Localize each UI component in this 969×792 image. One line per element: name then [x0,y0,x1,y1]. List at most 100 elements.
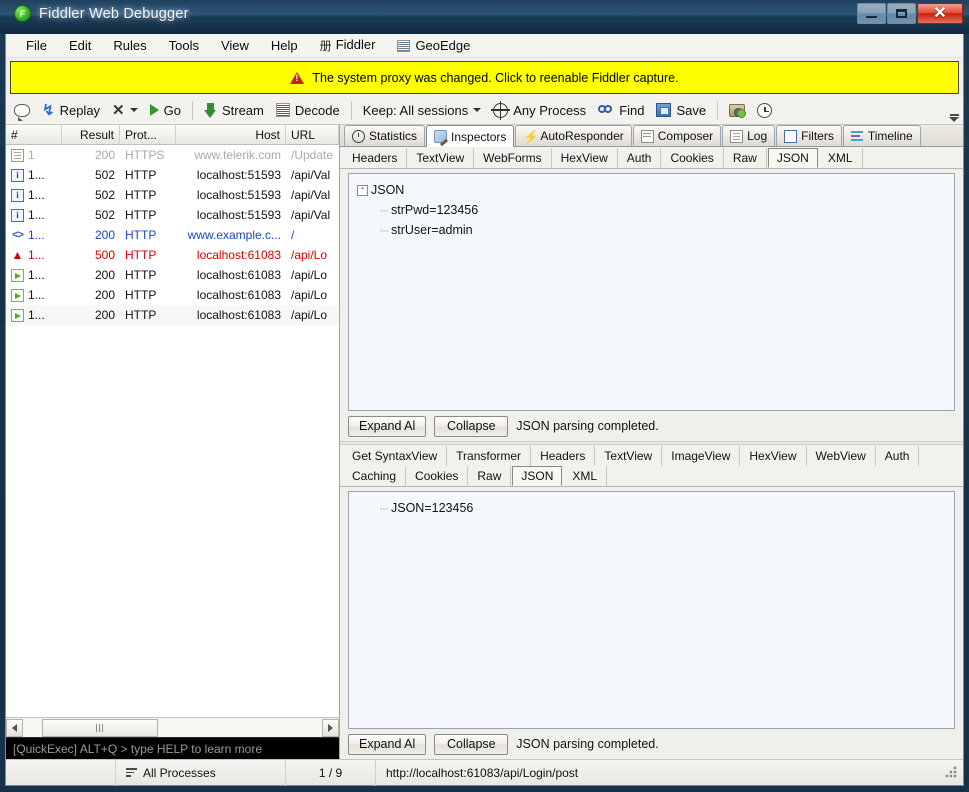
menu-tools[interactable]: Tools [158,35,210,56]
minimize-button[interactable] [857,3,886,24]
comment-button[interactable] [8,102,36,121]
column-header-url[interactable]: URL [286,125,339,144]
menu-view[interactable]: View [210,35,260,56]
menu-geoedge[interactable]: GeoEdge [386,35,481,56]
capture-screenshot-button[interactable] [723,102,751,119]
tab-statistics[interactable]: Statistics [344,125,426,146]
request-expand-all-button[interactable]: Expand Al [348,415,427,437]
tab-composer-label: Composer [657,129,714,143]
menu-file[interactable]: File [15,35,58,56]
menu-help[interactable]: Help [260,35,309,56]
menu-fiddler[interactable]: 册 Fiddler [309,34,387,57]
scrollbar-track[interactable] [23,718,322,737]
response-tab-auth[interactable]: Auth [876,446,920,466]
status-processes[interactable]: All Processes [116,759,286,786]
response-tab-webview[interactable]: WebView [807,446,876,466]
quickexec-input[interactable]: [QuickExec] ALT+Q > type HELP to learn m… [6,737,339,759]
table-row[interactable]: <> 1... 200 HTTP www.example.c... / [6,225,339,245]
tab-log[interactable]: Log [722,125,776,146]
response-tab-cookies[interactable]: Cookies [406,466,469,486]
column-header-number[interactable]: # [6,125,62,144]
replay-button[interactable]: ↯ Replay [36,101,106,120]
request-tab-textview[interactable]: TextView [407,148,475,168]
notification-text: The system proxy was changed. Click to r… [312,70,679,85]
go-button[interactable]: Go [144,102,187,119]
menu-edit[interactable]: Edit [58,35,102,56]
tab-filters[interactable]: Filters [776,125,842,146]
table-row[interactable]: 1... 200 HTTP localhost:61083 /api/Lo [6,285,339,305]
menu-rules[interactable]: Rules [102,35,157,56]
tab-inspectors[interactable]: Inspectors [426,125,515,147]
request-tab-hexview[interactable]: HexView [552,148,618,168]
tree-line-icon: ··· [379,223,389,237]
tab-composer[interactable]: Composer [632,125,722,146]
json-tree-node[interactable]: - JSON [357,180,946,200]
table-row[interactable]: 1 200 HTTPS www.telerik.com /Update [6,145,339,165]
column-header-host[interactable]: Host [176,125,286,144]
request-tab-json[interactable]: JSON [767,148,818,168]
collapse-expander-icon[interactable]: - [357,184,368,196]
scroll-right-button[interactable] [322,718,339,737]
scroll-left-button[interactable] [6,718,23,737]
sessions-list[interactable]: 1 200 HTTPS www.telerik.com /Update i 1..… [6,145,339,717]
timer-button[interactable] [751,101,778,120]
response-expand-all-button[interactable]: Expand Al [348,733,427,755]
stream-button[interactable]: Stream [198,101,270,120]
table-row[interactable]: i 1... 502 HTTP localhost:51593 /api/Val [6,185,339,205]
request-json-tree[interactable]: - JSON ··· strPwd=123456 ··· strUser=adm… [348,173,955,411]
response-tab-caching[interactable]: Caching [343,466,407,486]
request-tab-raw[interactable]: Raw [724,148,767,168]
json-tree-node[interactable]: ··· JSON=123456 [357,498,946,518]
tab-statistics-label: Statistics [369,129,418,143]
response-collapse-button[interactable]: Collapse [434,733,509,755]
response-json-tree[interactable]: ··· JSON=123456 [348,491,955,729]
response-tab-textview[interactable]: TextView [595,446,663,466]
response-tab-transformer[interactable]: Transformer [447,446,532,466]
column-header-result[interactable]: Result [62,125,120,144]
close-button[interactable]: ✕ [917,3,963,24]
session-host: localhost:51593 [196,188,281,202]
response-tab-xml[interactable]: XML [563,466,608,486]
session-url: /api/Lo [291,308,328,322]
request-tab-headers[interactable]: Headers [343,148,408,168]
response-tab-hexview[interactable]: HexView [740,446,807,466]
find-button[interactable]: Find [592,102,650,119]
table-row[interactable]: 1... 200 HTTP localhost:61083 /api/Lo [6,305,339,325]
remove-button[interactable]: ✕ [106,101,144,120]
resize-grip-icon[interactable] [944,764,960,781]
response-tab-get-syntaxview[interactable]: Get SyntaxView [343,446,448,466]
json-tree-node[interactable]: ··· strPwd=123456 [357,200,946,220]
decode-button[interactable]: Decode [270,101,346,119]
maximize-button[interactable] [887,3,916,24]
tab-autoresponder-label: AutoResponder [540,129,624,143]
column-header-protocol[interactable]: Prot... [120,125,176,144]
tab-timeline[interactable]: Timeline [842,125,921,146]
request-collapse-button[interactable]: Collapse [434,415,509,437]
request-tab-xml[interactable]: XML [819,148,863,168]
table-row[interactable]: 1... 200 HTTP localhost:61083 /api/Lo [6,265,339,285]
session-protocol: HTTPS [125,148,165,162]
fiddler-app-icon: F [14,5,31,22]
json-tree-node[interactable]: ··· strUser=admin [357,220,946,240]
request-tab-webforms[interactable]: WebForms [474,148,552,168]
scrollbar-thumb[interactable] [42,718,158,737]
table-row[interactable]: i 1... 502 HTTP localhost:51593 /api/Val [6,165,339,185]
proxy-notification-bar[interactable]: The system proxy was changed. Click to r… [10,61,959,94]
request-tab-auth[interactable]: Auth [618,148,662,168]
play-icon [149,104,159,116]
response-tab-raw[interactable]: Raw [468,466,512,486]
keep-sessions-dropdown[interactable]: Keep: All sessions [357,102,488,119]
sessions-horizontal-scrollbar[interactable] [6,717,339,737]
tab-autoresponder[interactable]: ⚡ AutoResponder [515,125,632,146]
save-button[interactable]: Save [650,101,712,119]
response-tab-imageview[interactable]: ImageView [662,446,741,466]
table-row[interactable]: ▲ 1... 500 HTTP localhost:61083 /api/Lo [6,245,339,265]
response-tab-headers[interactable]: Headers [531,446,596,466]
request-tab-cookies[interactable]: Cookies [661,148,724,168]
session-host: localhost:61083 [196,308,281,322]
response-tab-json[interactable]: JSON [512,466,563,486]
toolbar-overflow-button[interactable] [949,114,959,122]
status-url: http://localhost:61083/api/Login/post [386,765,579,780]
table-row[interactable]: i 1... 502 HTTP localhost:51593 /api/Val [6,205,339,225]
any-process-button[interactable]: Any Process [487,100,592,120]
